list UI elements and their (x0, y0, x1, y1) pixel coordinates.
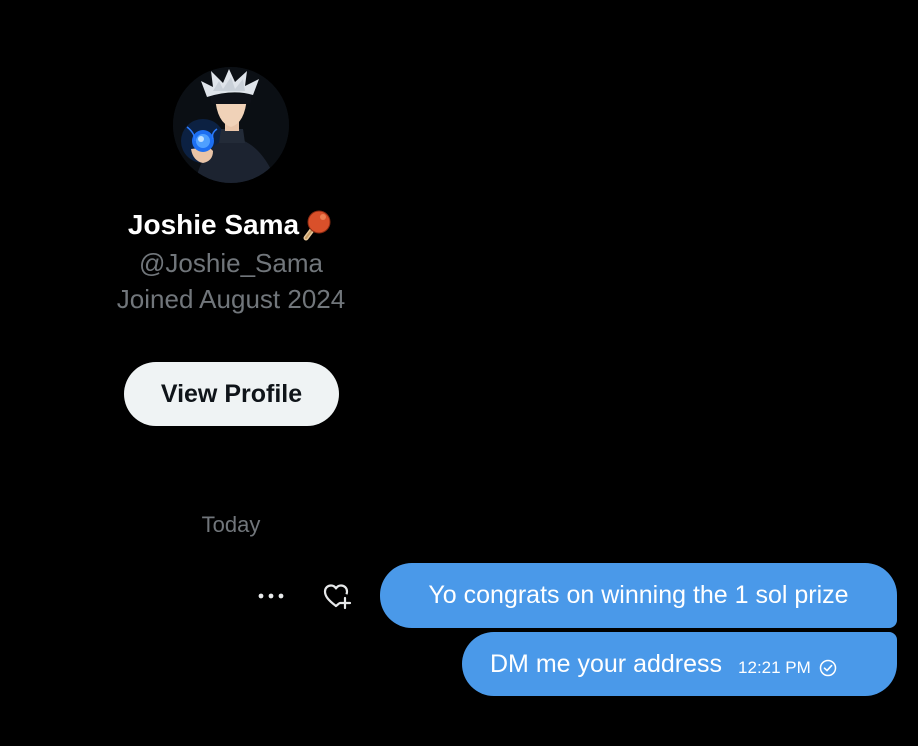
display-name: Joshie Sama (127, 209, 300, 240)
avatar-image (173, 67, 289, 183)
add-reaction-heart-icon[interactable] (318, 579, 356, 613)
date-divider: Today (201, 512, 261, 537)
ping-pong-paddle-icon (300, 208, 334, 242)
message-text: Yo congrats on winning the 1 sol prize (428, 581, 849, 609)
sent-check-icon (819, 659, 837, 677)
message-bubble[interactable]: Yo congrats on winning the 1 sol prize (380, 563, 897, 628)
message-timestamp: 12:21 PM (738, 658, 811, 677)
view-profile-button[interactable]: View Profile (124, 362, 339, 426)
message-bubble[interactable]: DM me your address 12:21 PM (462, 632, 897, 696)
profile-header: Joshie Sama @Joshie_Sama Joined August 2… (0, 0, 462, 440)
joined-date: Joined August 2024 (116, 284, 346, 314)
message-text: DM me your address (490, 649, 723, 678)
message-meta: 12:21 PM (738, 658, 837, 678)
user-handle: @Joshie_Sama (139, 248, 323, 278)
avatar[interactable] (173, 67, 289, 183)
more-horizontal-icon[interactable] (250, 580, 292, 612)
display-name-row: Joshie Sama (0, 208, 462, 248)
